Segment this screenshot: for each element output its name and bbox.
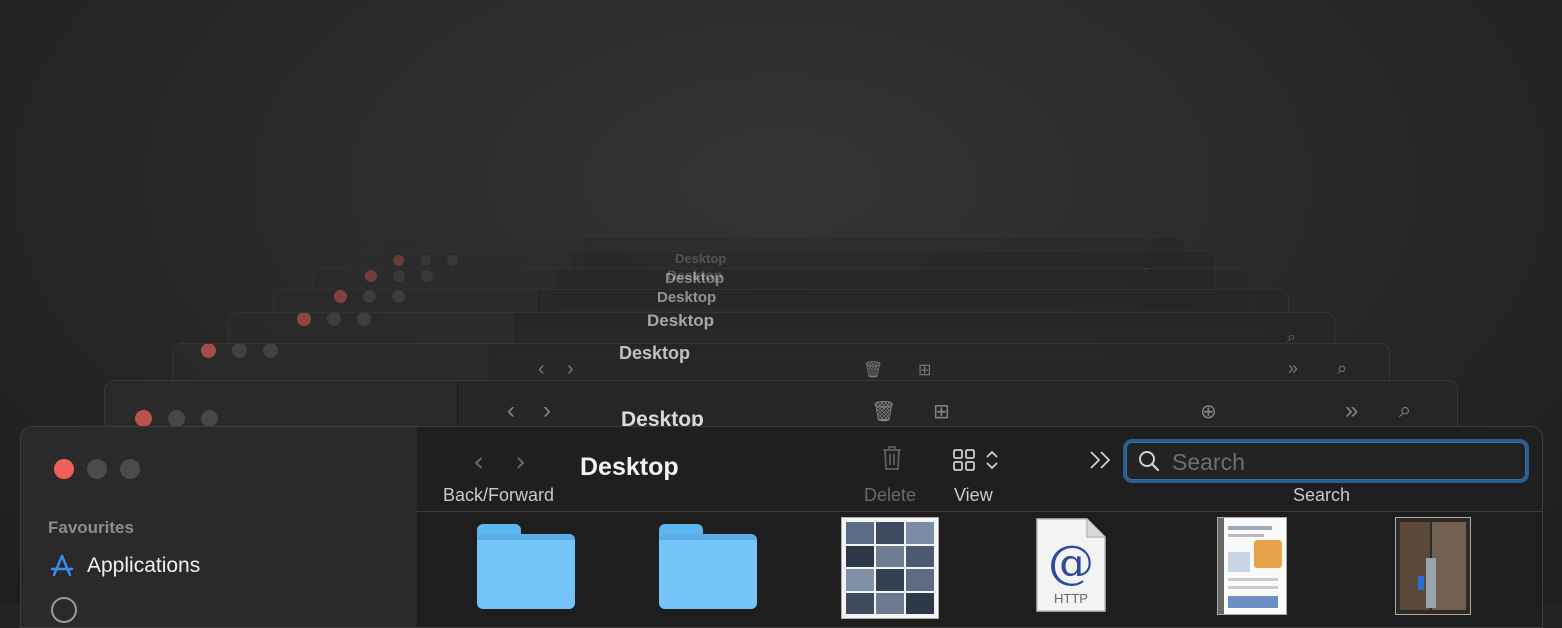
- new-folder-icon: ⊕: [1200, 401, 1217, 423]
- chevron-right-icon: ›: [543, 397, 551, 424]
- toolbar-overflow-button[interactable]: [1089, 449, 1113, 476]
- search-input[interactable]: [1170, 442, 1514, 482]
- more-chevrons-icon: »: [1345, 397, 1359, 424]
- chevron-left-icon: ‹: [507, 397, 515, 424]
- search-icon: [1139, 451, 1160, 472]
- trash-icon: [883, 446, 901, 470]
- at-sign-icon: @: [1048, 535, 1094, 589]
- finder-window: Favourites Applications ‹ › Back/Forward…: [20, 426, 1543, 628]
- ghost-traffic-lights: [334, 290, 405, 303]
- sidebar: Favourites Applications: [21, 427, 418, 627]
- ghost-traffic-lights: [135, 410, 218, 427]
- trash-icon: 🗑: [871, 401, 897, 423]
- ghost-traffic-lights: [393, 255, 458, 266]
- folder-item[interactable]: [477, 524, 575, 609]
- more-chevrons-icon: »: [1288, 358, 1299, 378]
- ghost-traffic-lights: [297, 313, 371, 326]
- double-chevron-right-icon: [1090, 451, 1111, 469]
- view-label: View: [954, 485, 993, 505]
- back-forward-label: Back/Forward: [443, 485, 555, 505]
- grid-view-icon: ⊞: [918, 362, 932, 379]
- delete-label: Delete: [864, 485, 917, 505]
- zoom-button[interactable]: [120, 459, 140, 479]
- photo-collage-thumbnail: [846, 522, 934, 614]
- delete-button[interactable]: [881, 445, 903, 476]
- minimize-button[interactable]: [87, 459, 107, 479]
- ghost-window: Desktop ‹ › 🗑 ⊞ » ⌕: [172, 343, 1390, 385]
- search-label: Search: [1293, 485, 1351, 505]
- close-button[interactable]: [54, 459, 74, 479]
- search-field[interactable]: [1123, 439, 1529, 483]
- ghost-title: Desktop: [665, 270, 725, 287]
- image-file-item[interactable]: [1395, 517, 1471, 615]
- chevron-left-icon: ‹: [538, 358, 545, 380]
- search-icon: ⌕: [1337, 358, 1348, 378]
- sidebar-item-label: Applications: [87, 554, 201, 577]
- document-file-item[interactable]: [1217, 517, 1287, 615]
- grid-view-icon: ⊞: [933, 401, 950, 423]
- back-button[interactable]: ‹: [473, 445, 484, 478]
- ghost-title: Desktop: [647, 312, 715, 330]
- ghost-title: Desktop: [619, 343, 691, 363]
- grid-view-icon: [953, 449, 975, 471]
- chevron-up-down-icon: [986, 450, 998, 470]
- app-store-icon: [50, 554, 74, 577]
- view-button[interactable]: [953, 449, 999, 471]
- ghost-title: Desktop: [657, 289, 717, 306]
- traffic-lights: [54, 459, 140, 479]
- sidebar-item-icon: [51, 597, 77, 623]
- webloc-file-item[interactable]: @ HTTP: [1035, 517, 1107, 613]
- trash-icon: 🗑: [863, 362, 884, 379]
- chevron-right-icon: ›: [567, 358, 574, 380]
- search-icon: ⌕: [1399, 397, 1412, 422]
- toolbar: ‹ › Back/Forward Desktop Delete View Sea…: [417, 427, 1542, 512]
- ghost-traffic-lights: [365, 270, 433, 282]
- ghost-window: Desktop ‹ › 🗑 ⊞ ⊕ » ⌕: [104, 380, 1458, 432]
- ghost-traffic-lights: [201, 344, 278, 358]
- sidebar-section-favourites: Favourites: [48, 518, 134, 537]
- file-grid: @ HTTP: [417, 512, 1542, 627]
- folder-item[interactable]: [659, 524, 757, 609]
- sidebar-item-applications[interactable]: Applications: [49, 554, 200, 578]
- forward-button[interactable]: ›: [515, 445, 526, 478]
- window-title: Desktop: [580, 453, 679, 481]
